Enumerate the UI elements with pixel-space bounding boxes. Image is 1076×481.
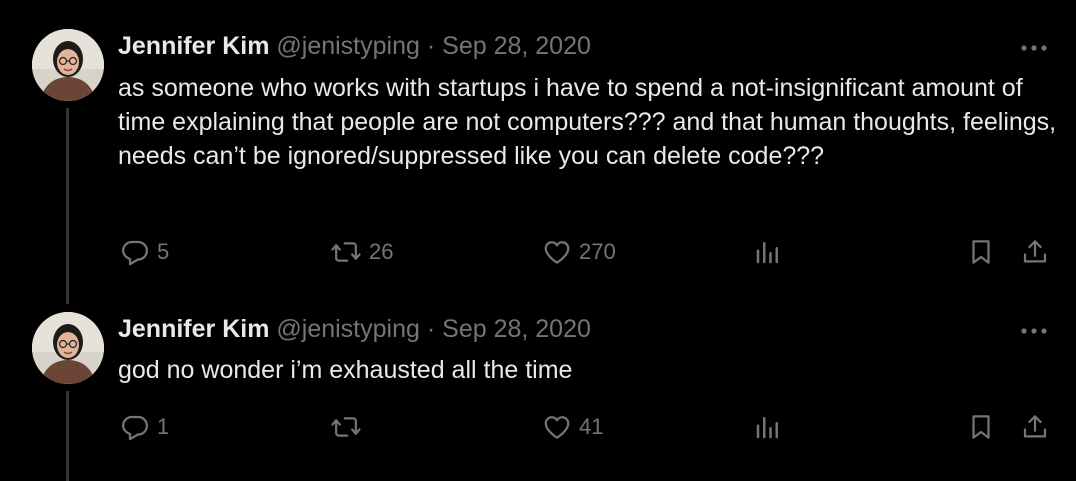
tweet-date[interactable]: Sep 28, 2020 xyxy=(442,315,591,343)
separator-dot: · xyxy=(426,32,436,60)
bookmark-icon xyxy=(966,412,996,442)
tweet-date[interactable]: Sep 28, 2020 xyxy=(442,32,591,60)
reply-icon xyxy=(120,412,150,442)
retweet-icon xyxy=(330,412,362,442)
views-button[interactable] xyxy=(753,237,783,267)
views-icon xyxy=(753,412,783,442)
avatar[interactable] xyxy=(32,312,104,384)
separator-dot: · xyxy=(426,315,436,343)
more-icon[interactable] xyxy=(1018,41,1050,53)
tweet[interactable]: Jennifer Kim @jenistyping · Sep 28, 2020… xyxy=(0,0,1076,304)
retweet-count: 26 xyxy=(369,239,394,264)
reply-button[interactable]: 5 xyxy=(120,237,169,267)
avatar[interactable] xyxy=(32,29,104,101)
tweet[interactable]: Jennifer Kim @jenistyping · Sep 28, 2020… xyxy=(0,300,1076,481)
bookmark-button[interactable] xyxy=(966,412,996,442)
tweet-text: god no wonder i’m exhausted all the time xyxy=(118,356,573,384)
author-name[interactable]: Jennifer Kim xyxy=(118,32,269,60)
reply-count: 1 xyxy=(157,414,170,439)
like-button[interactable]: 41 xyxy=(542,412,603,442)
reply-icon xyxy=(120,237,150,267)
like-icon xyxy=(542,237,572,267)
views-button[interactable] xyxy=(753,412,783,442)
more-icon[interactable] xyxy=(1018,324,1050,336)
like-count: 270 xyxy=(579,239,616,264)
reply-count: 5 xyxy=(157,239,170,264)
author-handle[interactable]: @jenistyping xyxy=(276,315,420,343)
author-name[interactable]: Jennifer Kim xyxy=(118,315,269,343)
like-icon xyxy=(542,412,572,442)
like-count: 41 xyxy=(579,414,604,439)
share-icon xyxy=(1020,237,1050,267)
thread-connector-line xyxy=(66,391,69,481)
tweet-header: Jennifer Kim @jenistyping · Sep 28, 2020 xyxy=(118,313,591,345)
retweet-button[interactable]: 26 xyxy=(330,237,393,267)
views-icon xyxy=(753,237,783,267)
retweet-button[interactable] xyxy=(330,412,369,442)
bookmark-button[interactable] xyxy=(966,237,996,267)
tweet-text: as someone who works with startups i hav… xyxy=(118,74,1057,170)
share-icon xyxy=(1020,412,1050,442)
share-button[interactable] xyxy=(1020,237,1050,267)
tweet-header: Jennifer Kim @jenistyping · Sep 28, 2020 xyxy=(118,30,591,62)
share-button[interactable] xyxy=(1020,412,1050,442)
like-button[interactable]: 270 xyxy=(542,237,616,267)
thread-connector-line xyxy=(66,108,69,304)
bookmark-icon xyxy=(966,237,996,267)
reply-button[interactable]: 1 xyxy=(120,412,169,442)
retweet-icon xyxy=(330,237,362,267)
author-handle[interactable]: @jenistyping xyxy=(276,32,420,60)
